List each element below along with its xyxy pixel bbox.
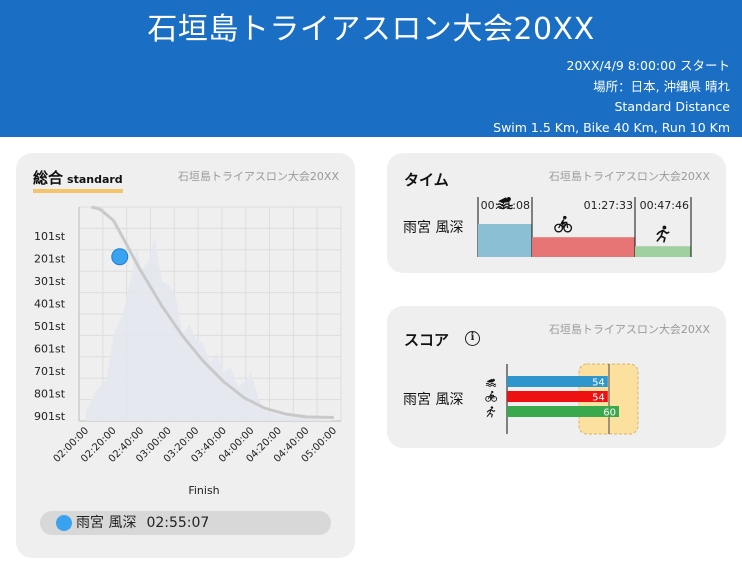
run-icon	[656, 225, 670, 243]
event-meta: 20XX/4/9 8:00:00 スタート 場所：日本, 沖縄県 晴れ Stan…	[493, 56, 730, 138]
score-bar	[507, 406, 619, 417]
runner-legend[interactable]: 雨宮 風深 02:55:07	[40, 511, 331, 535]
y-tick-label: 501st	[34, 320, 66, 333]
score-card: スコア i 石垣島トライアスロン大会20XX 雨宮 風深 54 54 60	[387, 306, 726, 448]
time-segment-label: 00:47:46	[640, 199, 689, 212]
runner-name: 雨宮 風深	[76, 515, 137, 531]
distance-name: Standard Distance	[614, 99, 731, 114]
score-value: 60	[603, 408, 616, 419]
time-card: タイム 石垣島トライアスロン大会20XX 雨宮 風深 00:31:08 01:27…	[387, 153, 726, 273]
y-tick-label: 801st	[34, 388, 66, 401]
runner-marker-icon	[56, 515, 72, 531]
time-segment-bar	[532, 237, 635, 257]
runner-point	[111, 248, 129, 266]
y-tick-label: 201st	[34, 253, 66, 266]
page-header: 石垣島トライアスロン大会20XX 20XX/4/9 8:00:00 スタート 場…	[0, 0, 742, 137]
time-segment-bar	[478, 224, 532, 257]
bike-icon	[554, 215, 573, 233]
score-value: 54	[592, 393, 605, 404]
time-segment-bar	[635, 246, 691, 257]
overall-rank-chart[interactable]: 101st 201st 301st 401st 501st 601st 701st 801st…	[16, 153, 355, 503]
location: 場所：日本, 沖縄県 晴れ	[593, 78, 730, 94]
split-time-chart: 00:31:08 01:27:33 00:47:46	[477, 197, 692, 257]
y-tick-label: 101st	[34, 230, 66, 243]
score-value: 54	[592, 378, 605, 389]
bike-icon	[485, 390, 498, 402]
y-tick-label: 401st	[34, 298, 66, 311]
distance-detail: Swim 1.5 Km, Bike 40 Km, Run 10 Km	[493, 119, 730, 135]
run-icon	[486, 406, 496, 418]
time-segment-label: 01:27:33	[584, 199, 633, 212]
runner-time: 02:55:07	[146, 515, 210, 531]
overall-card: 総合 standard 石垣島トライアスロン大会20XX 101st 201st 30…	[16, 153, 355, 558]
y-tick-label: 301st	[34, 275, 66, 288]
event-title: 石垣島トライアスロン大会20XX	[147, 12, 595, 47]
y-tick-label: 601st	[34, 343, 66, 356]
y-tick-label: 901st	[34, 410, 66, 423]
y-tick-label: 701st	[34, 365, 66, 378]
swim-icon	[485, 378, 497, 387]
start-time: 20XX/4/9 8:00:00 スタート	[566, 58, 731, 73]
score-chart: 54 54 60	[485, 363, 639, 435]
x-axis-label: Finish	[188, 484, 219, 497]
